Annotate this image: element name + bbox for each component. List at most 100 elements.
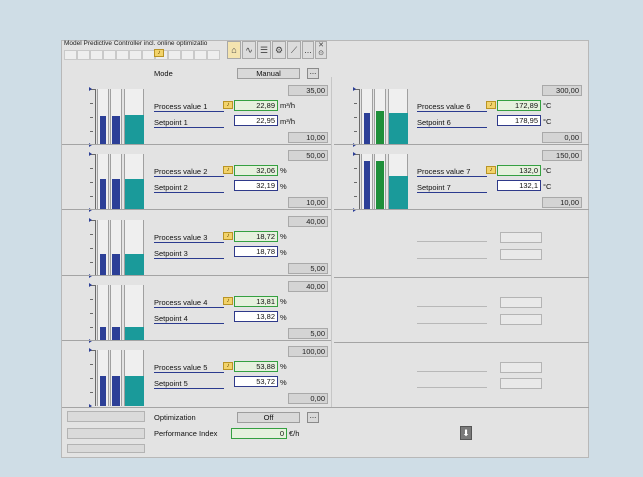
download-arrow-icon[interactable]: ⬇ xyxy=(460,426,472,440)
alarm-bell-icon[interactable]: ♪ xyxy=(486,101,496,109)
process-value-field: 53,88 xyxy=(234,361,278,372)
pv-bar xyxy=(100,254,106,276)
row-separator xyxy=(334,144,589,145)
low-limit-value: 5,00 xyxy=(288,328,328,339)
empty-line xyxy=(417,241,487,242)
sp-bar xyxy=(112,179,120,210)
pv-bar xyxy=(100,327,106,341)
loop-bar-gauge xyxy=(89,348,144,408)
process-value-unit: °C xyxy=(543,101,552,110)
high-limit-value: 40,00 xyxy=(288,281,328,292)
process-value-unit: % xyxy=(280,232,287,241)
pv-bar xyxy=(364,112,370,145)
home-icon[interactable]: ⌂ xyxy=(227,41,241,59)
setpoint-unit: % xyxy=(280,313,287,322)
alarm-bell-icon[interactable]: ♪ xyxy=(223,362,233,370)
sp-bar xyxy=(112,375,120,406)
output-bar xyxy=(389,176,408,210)
ramp-icon[interactable]: ⟋ xyxy=(287,41,301,59)
process-value-field: 132,0 xyxy=(497,165,541,176)
alarm-bell-icon[interactable]: ♪ xyxy=(486,166,496,174)
process-value-label: Process value 3 xyxy=(154,233,224,243)
process-value-unit: °C xyxy=(543,166,552,175)
high-limit-value: 35,00 xyxy=(288,85,328,96)
alarm-bell-icon[interactable]: ♪ xyxy=(223,297,233,305)
column-divider xyxy=(331,77,332,407)
mode-value-button[interactable]: Manual xyxy=(237,68,300,79)
loop-bar-gauge xyxy=(89,283,144,343)
more-icon[interactable]: ... xyxy=(302,41,314,59)
setpoint-label: Setpoint 6 xyxy=(417,118,487,128)
high-limit-marker xyxy=(89,218,92,222)
low-limit-value: 10,00 xyxy=(288,197,328,208)
setpoint-label: Setpoint 4 xyxy=(154,314,224,324)
row-separator xyxy=(334,342,589,343)
setpoint-input[interactable]: 22,95 xyxy=(234,115,278,126)
process-value-unit: % xyxy=(280,166,287,175)
output-bar xyxy=(125,375,144,406)
process-value-unit: % xyxy=(280,297,287,306)
process-value-field: 18,72 xyxy=(234,231,278,242)
empty-line xyxy=(417,371,487,372)
high-limit-value: 300,00 xyxy=(542,85,582,96)
sp-bar xyxy=(376,111,384,145)
list-icon[interactable]: ☰ xyxy=(257,41,271,59)
pv-bar xyxy=(100,375,106,406)
setpoint-unit: % xyxy=(280,182,287,191)
optimization-value-button[interactable]: Off xyxy=(237,412,300,423)
output-bar xyxy=(389,112,408,145)
performance-index-value: 0 xyxy=(231,428,287,439)
high-limit-marker xyxy=(89,152,92,156)
setpoint-input[interactable]: 53,72 xyxy=(234,376,278,387)
row-separator xyxy=(334,277,589,278)
close-icon[interactable]: ✕ ⊙ xyxy=(315,41,327,59)
output-bar xyxy=(125,327,144,341)
alarm-bell-icon[interactable]: ♪ xyxy=(223,232,233,240)
process-value-field: 13,81 xyxy=(234,296,278,307)
toolbar-slot xyxy=(116,50,129,60)
optimization-label: Optimization xyxy=(154,413,196,422)
setpoint-unit: m³/h xyxy=(280,117,295,126)
toolbar-slot xyxy=(194,50,207,60)
parameter-icon[interactable]: ⚙ xyxy=(272,41,286,59)
process-value-field: 32,06 xyxy=(234,165,278,176)
row-separator xyxy=(62,340,331,341)
setpoint-input[interactable]: 32,19 xyxy=(234,180,278,191)
row-separator xyxy=(62,209,331,210)
setpoint-input[interactable]: 13,82 xyxy=(234,311,278,322)
low-limit-value: 0,00 xyxy=(542,132,582,143)
toolbar-slot xyxy=(207,50,220,60)
toolbar-slot xyxy=(64,50,77,60)
empty-field xyxy=(500,378,542,389)
performance-index-unit: €/h xyxy=(289,429,300,438)
setpoint-label: Setpoint 1 xyxy=(154,118,224,128)
toolbar-slot xyxy=(77,50,90,60)
toolbar-alarm-icon[interactable]: ♪ xyxy=(154,49,164,57)
setpoint-label: Setpoint 2 xyxy=(154,183,224,193)
pv-bar xyxy=(100,179,106,210)
setpoint-input[interactable]: 18,78 xyxy=(234,246,278,257)
alarm-bell-icon[interactable]: ♪ xyxy=(223,166,233,174)
process-value-label: Process value 7 xyxy=(417,167,487,177)
status-field xyxy=(67,444,145,453)
process-value-label: Process value 4 xyxy=(154,298,224,308)
low-limit-value: 10,00 xyxy=(288,132,328,143)
performance-index-label: Performance Index xyxy=(154,429,218,438)
alarm-bell-icon[interactable]: ♪ xyxy=(223,101,233,109)
process-value-unit: % xyxy=(280,362,287,371)
status-field xyxy=(67,428,145,439)
setpoint-input[interactable]: 178,95 xyxy=(497,115,541,126)
setpoint-input[interactable]: 132,1 xyxy=(497,180,541,191)
empty-line xyxy=(417,306,487,307)
setpoint-unit: % xyxy=(280,378,287,387)
row-separator xyxy=(62,407,589,408)
row-separator xyxy=(334,209,589,210)
process-value-label: Process value 5 xyxy=(154,363,224,373)
trend-icon[interactable]: ∿ xyxy=(242,41,256,59)
loop-bar-gauge xyxy=(89,87,144,147)
output-bar xyxy=(125,179,144,210)
mode-more-button[interactable]: ... xyxy=(307,68,319,79)
loop-bar-gauge xyxy=(353,152,408,212)
empty-field xyxy=(500,297,542,308)
optimization-more-button[interactable]: ... xyxy=(307,412,319,423)
